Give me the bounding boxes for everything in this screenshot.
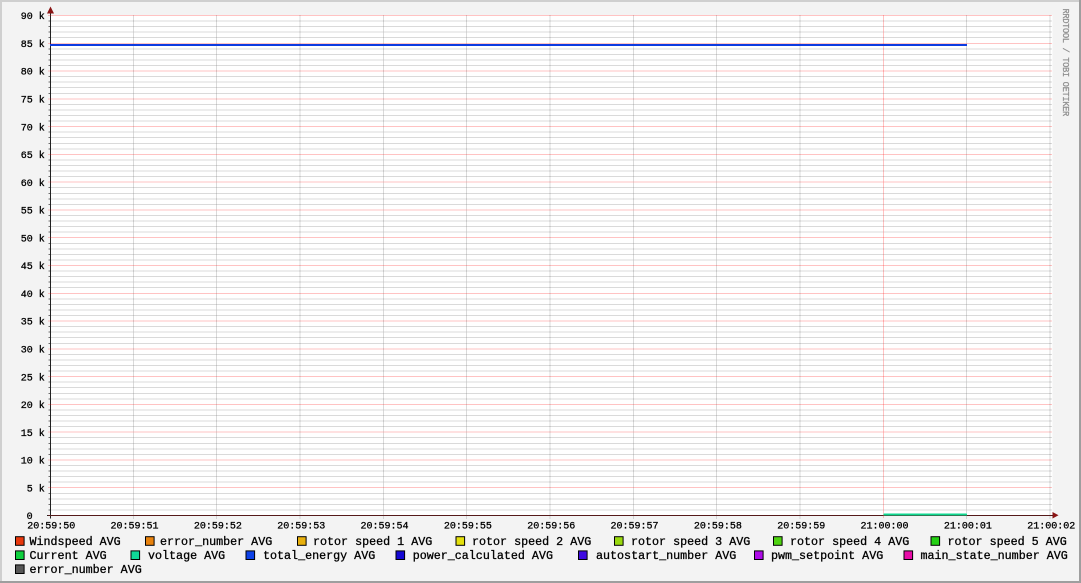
svg-text:85 k: 85 k [21,39,45,51]
svg-text:40 k: 40 k [21,289,45,301]
svg-text:power_calculated AVG: power_calculated AVG [413,549,553,563]
svg-text:20:59:54: 20:59:54 [361,522,409,533]
svg-text:rotor speed 1 AVG: rotor speed 1 AVG [313,535,432,549]
svg-text:20:59:55: 20:59:55 [444,522,492,533]
svg-text:55 k: 55 k [21,206,45,218]
svg-text:65 k: 65 k [21,150,45,162]
svg-text:20:59:51: 20:59:51 [111,522,159,533]
svg-text:45 k: 45 k [21,261,45,273]
svg-text:rotor speed 2 AVG: rotor speed 2 AVG [472,535,591,549]
svg-text:20:59:59: 20:59:59 [777,522,825,533]
svg-text:15 k: 15 k [21,428,45,440]
svg-text:80 k: 80 k [21,67,45,79]
svg-text:90 k: 90 k [21,11,45,23]
svg-text:total_energy AVG: total_energy AVG [263,549,375,563]
svg-text:20:59:56: 20:59:56 [527,522,575,533]
svg-text:rotor speed 3 AVG: rotor speed 3 AVG [631,535,750,549]
svg-text:voltage AVG: voltage AVG [148,549,225,563]
svg-text:35 k: 35 k [21,317,45,329]
svg-text:60 k: 60 k [21,178,45,190]
svg-text:20:59:53: 20:59:53 [277,522,325,533]
svg-text:21:00:01: 21:00:01 [944,522,992,533]
svg-text:21:00:00: 21:00:00 [861,522,909,533]
svg-text:25 k: 25 k [21,372,45,384]
svg-text:RRDTOOL / TOBI OETIKER: RRDTOOL / TOBI OETIKER [1060,9,1070,117]
svg-text:20:59:52: 20:59:52 [194,522,242,533]
svg-text:10 k: 10 k [21,456,45,468]
svg-text:pwm_setpoint AVG: pwm_setpoint AVG [771,549,883,563]
svg-text:20:59:57: 20:59:57 [611,522,659,533]
svg-text:main_state_number AVG: main_state_number AVG [921,549,1068,563]
svg-text:error_number AVG: error_number AVG [30,563,142,577]
svg-text:50 k: 50 k [21,233,45,245]
svg-text:rotor speed 4 AVG: rotor speed 4 AVG [790,535,909,549]
svg-text:21:00:02: 21:00:02 [1027,522,1075,533]
svg-text:rotor speed 5 AVG: rotor speed 5 AVG [948,535,1067,549]
svg-text:5 k: 5 k [27,483,45,495]
svg-text:30 k: 30 k [21,344,45,356]
svg-text:20 k: 20 k [21,400,45,412]
svg-text:Current AVG: Current AVG [30,549,107,563]
svg-text:20:59:50: 20:59:50 [27,522,75,533]
svg-text:autostart_number AVG: autostart_number AVG [596,549,736,563]
svg-text:75 k: 75 k [21,94,45,106]
svg-text:70 k: 70 k [21,122,45,134]
svg-text:error_number AVG: error_number AVG [160,535,272,549]
svg-text:Windspeed AVG: Windspeed AVG [30,535,121,549]
svg-text:20:59:58: 20:59:58 [694,522,742,533]
